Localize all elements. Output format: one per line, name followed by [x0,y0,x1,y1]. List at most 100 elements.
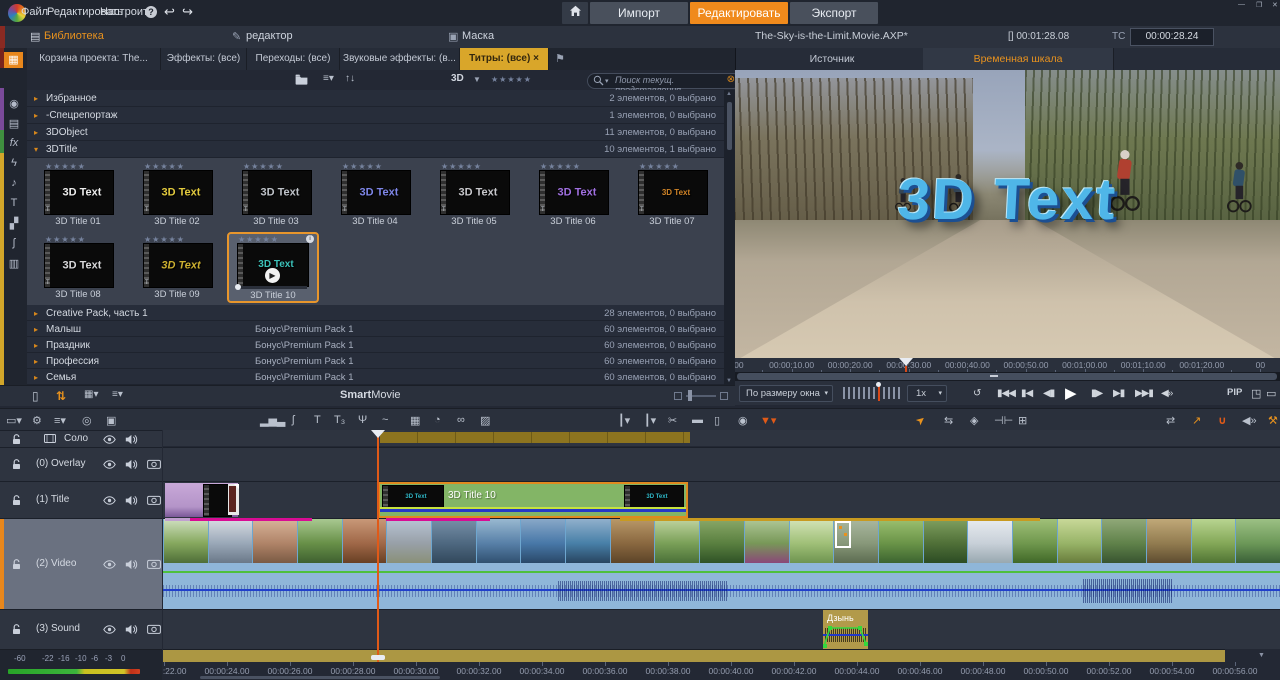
video-clip-thumb[interactable] [297,519,342,563]
video-clip-thumb[interactable] [163,519,208,563]
track-header-(1) Title[interactable]: (1) Title [0,481,162,518]
video-clip-thumb[interactable] [1146,519,1191,563]
eye-icon[interactable] [103,460,116,472]
wave-icon[interactable]: ~ [382,414,388,426]
loop-icon[interactable]: ↺ [973,388,980,399]
titles-icon[interactable]: T [6,197,22,209]
video-clip-thumb[interactable] [1012,519,1057,563]
slope-icon[interactable]: ↗ [1192,414,1201,427]
delete-icon[interactable]: ▯ [32,390,39,402]
frame-back-icon[interactable]: ◀▮ [1043,388,1054,399]
help-icon[interactable]: ? [145,6,157,18]
solo-track-area[interactable] [163,430,1280,446]
select-cursor-icon[interactable]: ➤ [913,413,928,429]
speaker-icon[interactable] [125,495,138,509]
swap-icon[interactable]: ⇆ [944,414,953,427]
home-button[interactable] [562,2,588,24]
video-clip-thumb[interactable] [565,519,610,563]
score-icon[interactable]: ʃ [292,414,294,426]
preview-scrollbar[interactable] [735,372,1280,381]
search-box[interactable]: ▾ Поиск текущ. представления ⊗ [587,73,741,89]
frame-add-icon[interactable]: ⊞ [1018,414,1027,427]
minimize-icon[interactable]: — [1238,1,1245,8]
track-header-Соло[interactable]: Соло [0,430,162,447]
title-icon[interactable]: T [314,414,321,426]
library-item-3D Title 08[interactable]: 3D TextT [44,243,114,288]
audio-mixer-icon[interactable]: ▂▅▃ [260,414,285,427]
scroll-up-icon[interactable]: ▲ [726,91,732,97]
tab-source[interactable]: Источник [741,48,924,70]
camera-icon[interactable] [147,495,161,508]
stretch-icon[interactable]: ⊣⊢ [994,414,1013,427]
fullscreen-icon[interactable]: ◳ [1251,387,1261,400]
montage-icon[interactable]: ▞ [6,217,22,230]
flash-icon[interactable]: ϟ [6,157,22,169]
video-clip-thumb[interactable] [431,519,476,563]
video-clip-thumb[interactable] [520,519,565,563]
expand-triangle-icon[interactable]: ▸ [34,309,38,318]
voiceover-mic-icon[interactable]: Ψ [358,414,367,426]
zoom-in-box[interactable] [720,392,728,400]
pip-button[interactable]: PIP [1227,387,1242,398]
jump-end-icon[interactable]: ▶▶▮ [1135,388,1153,399]
restore-icon[interactable]: ❐ [1256,1,1262,9]
settings-gear-icon[interactable]: ⚙ [32,414,42,427]
zoom-out-box[interactable] [674,392,682,400]
timeline-scrollbar[interactable] [200,676,440,679]
info-icon[interactable]: i [306,235,314,243]
library-item-3D Title 03[interactable]: 3D TextT [242,170,312,215]
undock-icon[interactable]: ▭ [1266,387,1276,400]
lock-icon[interactable] [12,624,21,638]
camera-icon[interactable] [147,459,161,472]
folder-row-3DTitle[interactable]: ▾3DTitle10 элементов, 1 выбрано [27,141,724,158]
sound-track-area[interactable]: Дзынь [163,609,1280,649]
volume-envelope[interactable] [823,622,868,648]
rating-filter-stars[interactable]: ★★★★★ [491,75,532,84]
scroll-down-icon[interactable]: ▼ [726,378,732,384]
tab-library[interactable]: Библиотека [44,30,104,42]
expand-triangle-icon[interactable]: ▸ [34,111,38,120]
library-scrollbar[interactable]: ▲ ▼ [724,90,735,385]
video-clip-thumb[interactable] [342,519,387,563]
library-item-3D Title 04[interactable]: 3D TextT [341,170,411,215]
snapshot-icon[interactable]: ◉ [738,414,748,427]
next-edit-icon[interactable]: ▶▮ [1113,388,1124,399]
audio-scrub-icon[interactable]: ◎ [82,414,92,427]
search-clear-icon[interactable]: ⊗ [727,74,735,85]
disc-icon[interactable]: ◔ [434,414,441,426]
library-item-3D Title 06[interactable]: 3D TextT [539,170,609,215]
selected-mini-clip[interactable] [835,521,851,548]
close-icon[interactable]: ✕ [1272,1,1278,9]
playhead-handle[interactable] [371,430,385,438]
folder-row-Избранное[interactable]: ▸Избранное2 элементов, 0 выбрано [27,90,724,107]
video-clip-thumb[interactable] [476,519,521,563]
sync-icon[interactable]: ⇅ [56,389,66,403]
expand-triangle-icon[interactable]: ▾ [34,145,38,154]
preview-playhead-marker[interactable] [899,358,913,366]
mark-in-icon[interactable]: ┃▾ [618,414,630,427]
razor-icon[interactable]: ✂ [668,414,677,427]
storyboard-icon[interactable]: ▭▾ [6,414,22,427]
film-icon[interactable] [44,434,56,446]
title-clip-3d-title-10[interactable]: 3D Text 3D Text 3D Title 10 [378,482,688,518]
scrollbar-thumb[interactable] [727,102,732,150]
expand-triangle-icon[interactable]: ▸ [34,94,38,103]
marker-pin-icon[interactable]: ▼▾ [760,414,776,427]
eye-icon[interactable] [103,496,116,508]
expand-triangle-icon[interactable]: ▸ [34,341,38,350]
video-clip-thumb[interactable] [1191,519,1236,563]
title3d-icon[interactable]: T₃ [334,414,345,426]
folder-row-Профессия[interactable]: ▸ПрофессияБонус\Premium Pack 160 элемент… [27,353,724,369]
overlay-track-area[interactable] [163,447,1280,481]
speaker-icon[interactable] [125,559,138,573]
search-dropdown-icon[interactable]: ▾ [605,77,609,85]
overlay-icon[interactable]: ▨ [480,414,490,427]
trim-icon[interactable]: ◈ [970,414,978,427]
speed-select[interactable]: 1x ▾ [907,385,947,402]
play-icon[interactable]: ▶ [1065,384,1076,402]
volume-icon[interactable]: ◀» [1161,388,1172,399]
folder-icon[interactable] [295,74,308,88]
preview-scrollbar-thumb[interactable] [737,373,1277,380]
video-clip-thumb[interactable] [386,519,431,563]
track-header-(2) Video[interactable]: (2) Video [0,518,162,609]
